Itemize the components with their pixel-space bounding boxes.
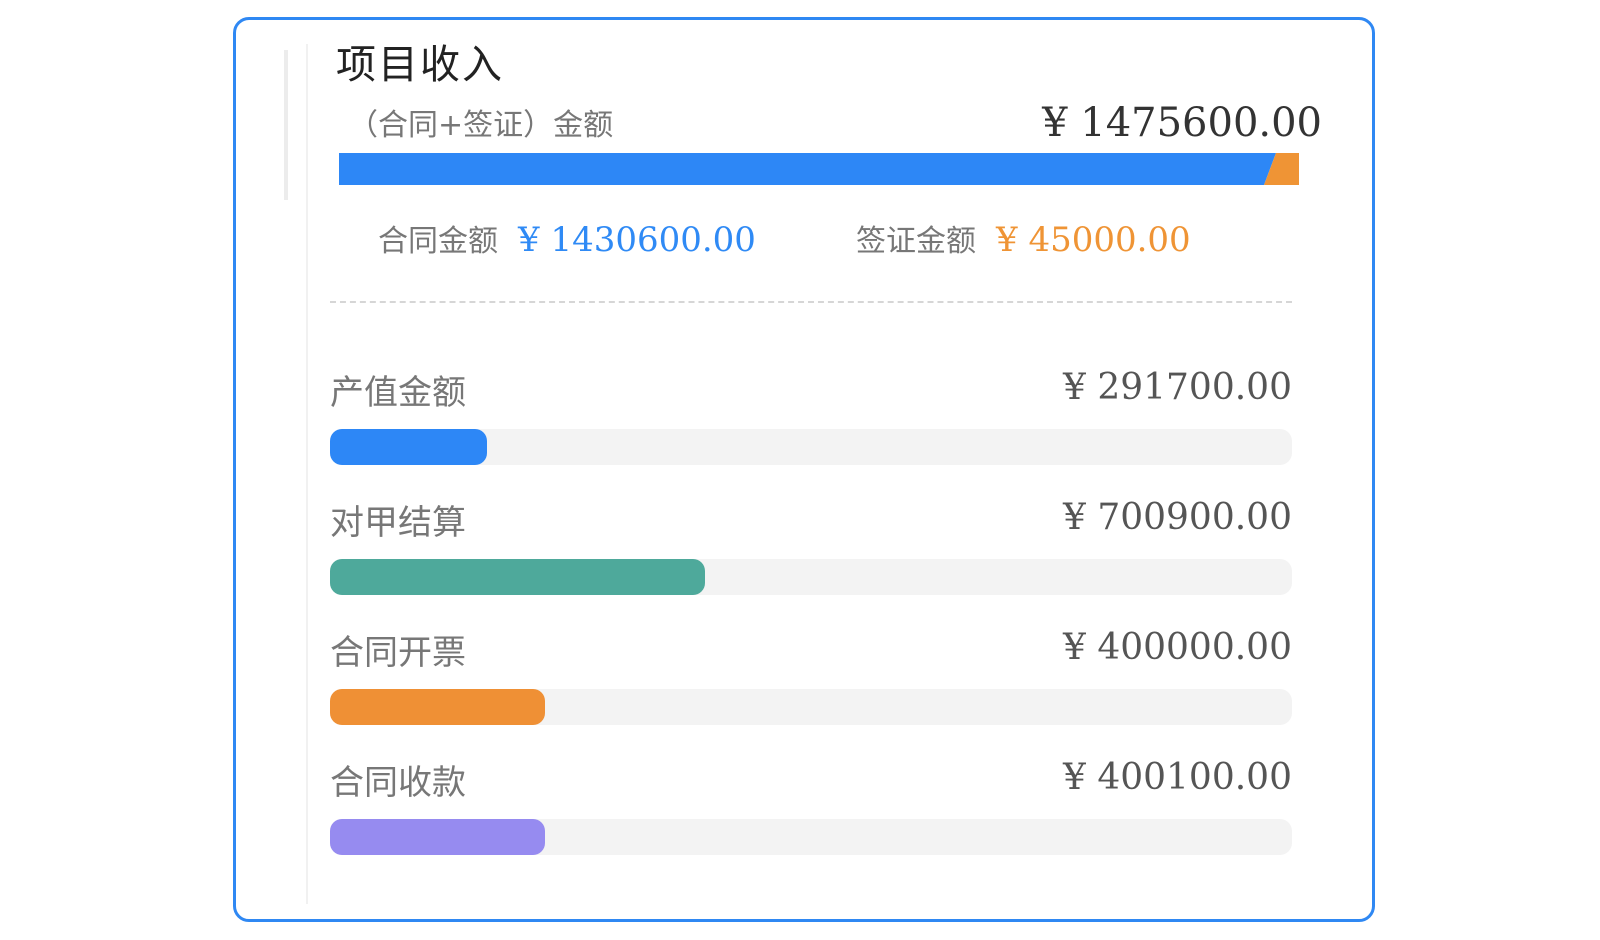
progress-fill [330,819,545,855]
metric-amount: ¥ 291700.00 [1062,367,1292,408]
metric-label: 合同收款 [330,763,466,803]
left-decor-rule [284,50,288,200]
progress-fill [330,429,487,465]
metric-output-value: 产值金额 ¥ 291700.00 [330,365,1292,475]
metric-amount: ¥ 400100.00 [1062,757,1292,798]
metric-label: 产值金额 [330,373,466,413]
contract-label: 合同金额 [378,224,498,259]
metric-label: 合同开票 [330,633,466,673]
progress-track [330,689,1292,725]
progress-track [330,559,1292,595]
contract-amount: ¥ 1430600.00 [518,220,756,260]
progress-track [330,429,1292,465]
visa-amount: ¥ 45000.00 [996,220,1191,260]
left-divider-rule [306,44,308,904]
progress-track [330,819,1292,855]
total-label: （合同+签证）金额 [348,108,614,143]
dashed-divider [330,301,1292,303]
visa-label: 签证金额 [856,224,976,259]
project-income-card: 项目收入 （合同+签证）金额 ¥ 1475600.00 合同金额 ¥ 143060… [233,17,1375,922]
visa-amount-row: 签证金额 ¥ 45000.00 [856,216,1191,260]
total-stacked-bar [339,153,1299,185]
metric-collection: 合同收款 ¥ 400100.00 [330,755,1292,865]
metric-invoicing: 合同开票 ¥ 400000.00 [330,625,1292,735]
metric-label: 对甲结算 [330,503,466,543]
metric-amount: ¥ 400000.00 [1062,627,1292,668]
total-amount: ¥ 1475600.00 [1042,100,1322,146]
card-title: 项目收入 [336,42,504,88]
metric-amount: ¥ 700900.00 [1062,497,1292,538]
contract-amount-row: 合同金额 ¥ 1430600.00 [378,216,756,260]
progress-fill [330,559,706,595]
metric-settlement: 对甲结算 ¥ 700900.00 [330,495,1292,605]
contract-segment [339,153,1276,185]
progress-fill [330,689,545,725]
